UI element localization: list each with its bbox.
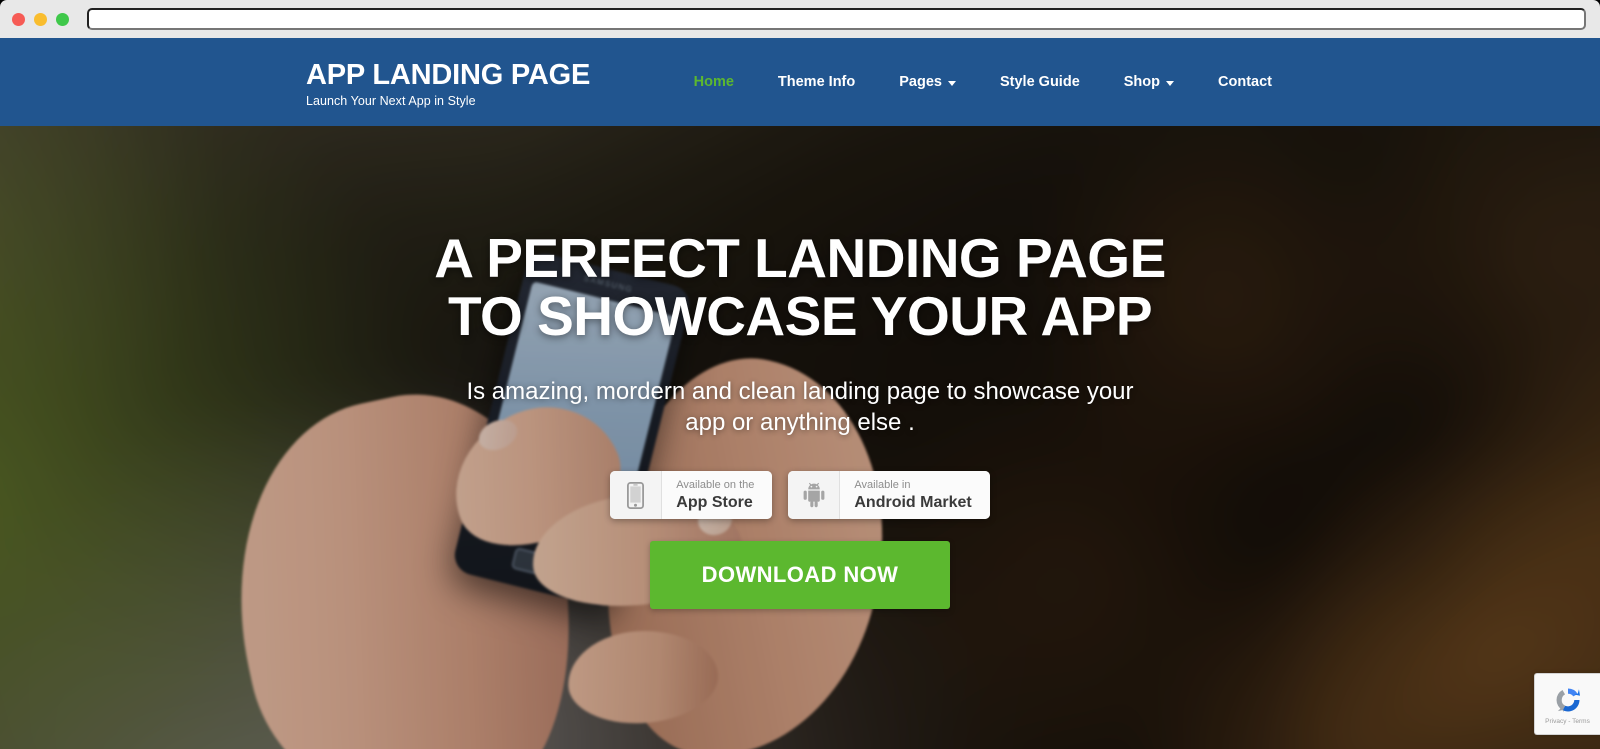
recaptcha-privacy-terms[interactable]: Privacy - Terms [1545,718,1590,725]
chevron-down-icon [1166,81,1175,86]
site-header: APP LANDING PAGE Launch Your Next App in… [0,38,1600,126]
nav-item-pages[interactable]: Pages [877,68,978,96]
store-badges: Available on the App Store Available in … [610,471,990,520]
badge-big-label: Android Market [854,493,972,511]
site-brand[interactable]: APP LANDING PAGE Launch Your Next App in… [306,56,590,108]
nav-item-theme-info[interactable]: Theme Info [756,68,877,96]
nav-item-home[interactable]: Home [672,68,756,96]
chevron-down-icon [947,81,956,86]
hero-title: A PERFECT LANDING PAGE TO SHOWCASE YOUR … [434,227,1166,347]
badge-small-label: Available in [854,478,911,491]
nav-label: Shop [1123,74,1161,90]
android-market-badge-text: Available in Android Market [840,471,990,520]
close-window-button[interactable] [12,12,25,26]
android-market-badge[interactable]: Available in Android Market [788,471,990,520]
badge-big-label: App Store [676,493,753,511]
nav-label: Home [693,74,734,90]
maximize-window-button[interactable] [56,12,69,26]
nav-label: Contact [1218,74,1272,90]
nav-label: Pages [899,74,942,90]
window-controls [12,12,69,26]
badge-small-label: Available on the [676,478,755,491]
iphone-icon [610,471,663,520]
minimize-window-button[interactable] [34,12,47,26]
hero-section: SAMSUNG A PERFECT LANDING PAGE TO SHOWCA… [0,126,1600,749]
header-container: APP LANDING PAGE Launch Your Next App in… [300,38,1300,126]
brand-tagline: Launch Your Next App in Style [306,94,476,109]
main-navigation: Home Theme Info Pages Style Guide Shop C… [672,68,1294,96]
nav-label: Theme Info [777,74,856,90]
app-store-badge[interactable]: Available on the App Store [610,471,773,520]
android-icon [788,471,841,520]
browser-chrome [0,0,1600,38]
download-now-button[interactable]: DOWNLOAD NOW [649,541,951,610]
nav-item-style-guide[interactable]: Style Guide [978,68,1102,96]
brand-title: APP LANDING PAGE [306,58,591,91]
app-store-badge-text: Available on the App Store [662,471,773,520]
recaptcha-icon [1556,688,1580,713]
recaptcha-badge[interactable]: Privacy - Terms [1534,673,1600,735]
nav-item-shop[interactable]: Shop [1102,68,1196,96]
nav-label: Style Guide [999,74,1080,90]
page-viewport: APP LANDING PAGE Launch Your Next App in… [0,38,1600,749]
address-bar[interactable] [87,8,1586,30]
hero-content: A PERFECT LANDING PAGE TO SHOWCASE YOUR … [0,126,1600,749]
nav-item-contact[interactable]: Contact [1196,68,1294,96]
hero-subtitle: Is amazing, mordern and clean landing pa… [466,377,1134,437]
